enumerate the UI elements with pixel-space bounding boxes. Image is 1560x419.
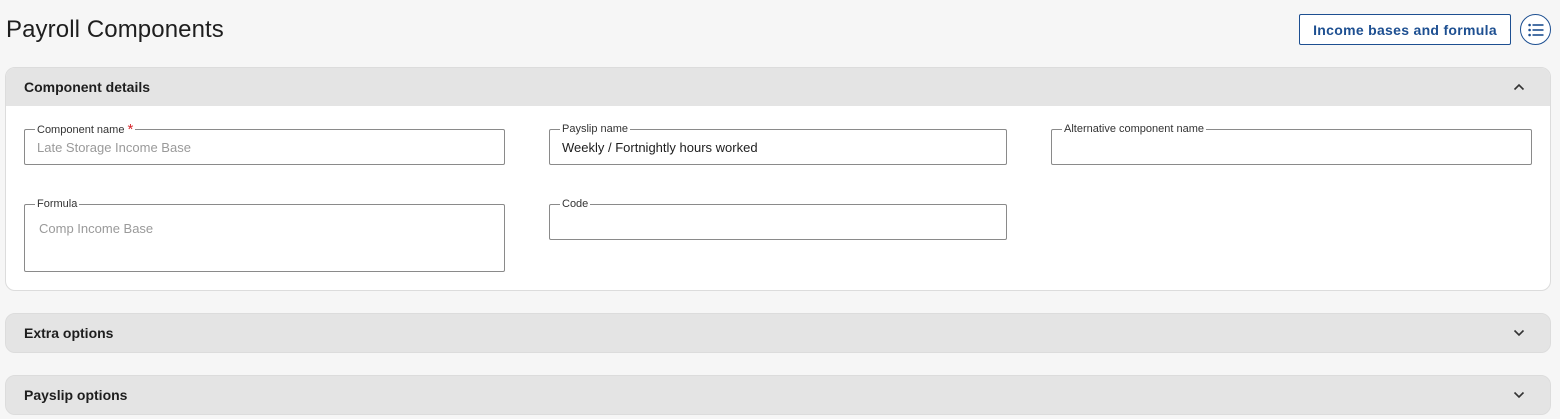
list-icon: [1527, 23, 1543, 36]
income-bases-and-formula-button[interactable]: Income bases and formula: [1299, 14, 1511, 45]
extra-options-title: Extra options: [24, 325, 114, 341]
required-asterisk: *: [127, 121, 134, 138]
code-field[interactable]: Code: [549, 198, 1007, 240]
payslip-options-header[interactable]: Payslip options: [6, 376, 1550, 414]
component-name-field[interactable]: Component name * Late Storage Income Base: [24, 122, 505, 165]
chevron-down-icon[interactable]: [1512, 326, 1526, 340]
component-details-panel: Component details Component name * Late S…: [5, 67, 1551, 291]
chevron-up-icon[interactable]: [1512, 80, 1526, 94]
payslip-options-title: Payslip options: [24, 387, 128, 403]
alternative-component-name-field[interactable]: Alternative component name: [1051, 123, 1532, 165]
component-name-input[interactable]: Late Storage Income Base: [37, 140, 191, 155]
extra-options-panel: Extra options: [5, 313, 1551, 353]
list-menu-button[interactable]: [1520, 14, 1551, 45]
code-label: Code: [560, 198, 591, 210]
component-details-title: Component details: [24, 79, 151, 95]
payslip-name-label: Payslip name: [560, 123, 631, 135]
formula-field[interactable]: Formula Comp Income Base: [24, 198, 505, 272]
alternative-component-name-label: Alternative component name: [1062, 123, 1207, 135]
payslip-name-field[interactable]: Payslip name Weekly / Fortnightly hours …: [549, 123, 1007, 165]
formula-label: Formula: [35, 198, 80, 210]
chevron-down-icon[interactable]: [1512, 388, 1526, 402]
extra-options-header[interactable]: Extra options: [6, 314, 1550, 352]
formula-textarea[interactable]: Comp Income Base: [39, 221, 153, 236]
page-title: Payroll Components: [6, 16, 224, 43]
component-name-label: Component name *: [35, 121, 136, 138]
component-details-header[interactable]: Component details: [6, 68, 1550, 106]
payslip-name-input[interactable]: Weekly / Fortnightly hours worked: [562, 140, 758, 155]
payslip-options-panel: Payslip options: [5, 375, 1551, 415]
